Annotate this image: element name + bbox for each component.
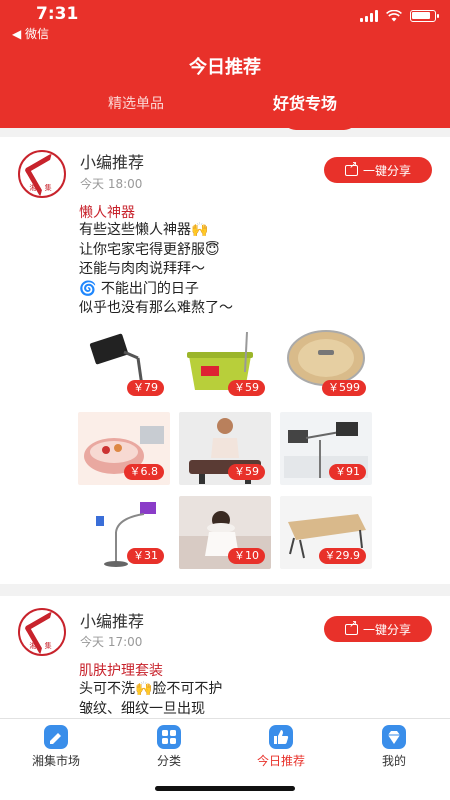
post-card: 湘 集 小编推荐 今天 17:00 一键分享 肌肤护理套装 头可不洗🙌脸不可不护…	[0, 596, 450, 718]
post-title: 懒人神器	[79, 205, 135, 221]
share-icon	[344, 619, 358, 635]
thumbs-up-icon	[269, 725, 293, 749]
product-tile[interactable]: ￥59	[179, 412, 271, 485]
post-body: 有些这些懒人神器🙌 让你宅家宅得更舒服😇 还能与肉肉说拜拜～ 🌀 不能出门的日子…	[79, 222, 233, 316]
system-icons	[360, 10, 439, 22]
status-time: 7:31	[36, 4, 79, 24]
wifi-icon	[386, 10, 402, 22]
post-card: 湘 集 小编推荐 今天 18:00 一键分享 懒人神器 有些这些懒人神器🙌 让你…	[0, 137, 450, 584]
product-tile[interactable]: ￥91	[280, 412, 372, 485]
price-tag: ￥599	[322, 380, 366, 396]
brand-logo-icon	[28, 617, 56, 641]
diamond-icon	[382, 725, 406, 749]
active-tab-indicator	[282, 116, 358, 130]
avatar: 湘 集	[18, 150, 66, 198]
price-tag: ￥91	[329, 464, 366, 480]
post-author: 小编推荐	[80, 153, 145, 172]
cellular-signal-icon	[360, 10, 378, 22]
price-tag: ￥29.9	[318, 548, 366, 564]
product-tile[interactable]: ￥29.9	[280, 496, 372, 569]
post-author: 小编推荐	[80, 612, 145, 631]
page-title: 今日推荐	[189, 57, 261, 78]
price-tag: ￥59	[228, 464, 265, 480]
product-tile[interactable]: ￥59	[179, 328, 271, 401]
segment-tabs: 精选单品 好货专场	[0, 90, 450, 114]
tab-good-deals[interactable]: 好货专场	[273, 90, 337, 114]
avatar: 湘 集	[18, 608, 66, 656]
tabbar-item-today[interactable]: 今日推荐	[236, 725, 326, 769]
back-to-wechat-link[interactable]: ◀ 微信	[12, 25, 49, 42]
post-time: 今天 18:00	[80, 177, 143, 191]
product-tile[interactable]: ￥79	[78, 328, 170, 401]
price-tag: ￥59	[228, 380, 265, 396]
share-icon	[344, 160, 358, 176]
market-icon	[44, 725, 68, 749]
brand-logo-icon	[28, 159, 56, 183]
post-time: 今天 17:00	[80, 635, 143, 649]
tabbar-item-category[interactable]: 分类	[124, 725, 214, 769]
product-tile[interactable]: ￥599	[280, 328, 372, 401]
app-header: 7:31 ◀ 微信 今日推荐 精选单品 好货专场	[0, 0, 450, 128]
share-button[interactable]: 一键分享	[324, 616, 432, 642]
product-tile[interactable]: ￥6.8	[78, 412, 170, 485]
price-tag: ￥10	[228, 548, 265, 564]
category-icon	[157, 725, 181, 749]
post-title: 肌肤护理套装	[79, 663, 163, 679]
tabbar-item-market[interactable]: 湘集市场	[11, 725, 101, 769]
price-tag: ￥79	[127, 380, 164, 396]
post-body: 头可不洗🙌脸不可不护 皱纹、细纹一旦出现	[79, 681, 223, 717]
product-tile[interactable]: ￥31	[78, 496, 170, 569]
battery-icon	[410, 10, 439, 22]
home-indicator	[155, 786, 295, 791]
tabbar-item-mine[interactable]: 我的	[349, 725, 439, 769]
status-bar: 7:31 ◀ 微信	[0, 0, 450, 44]
tab-featured-items[interactable]: 精选单品	[108, 93, 164, 113]
share-button[interactable]: 一键分享	[324, 157, 432, 183]
product-tile[interactable]: ￥10	[179, 496, 271, 569]
price-tag: ￥6.8	[123, 464, 164, 480]
price-tag: ￥31	[127, 548, 164, 564]
